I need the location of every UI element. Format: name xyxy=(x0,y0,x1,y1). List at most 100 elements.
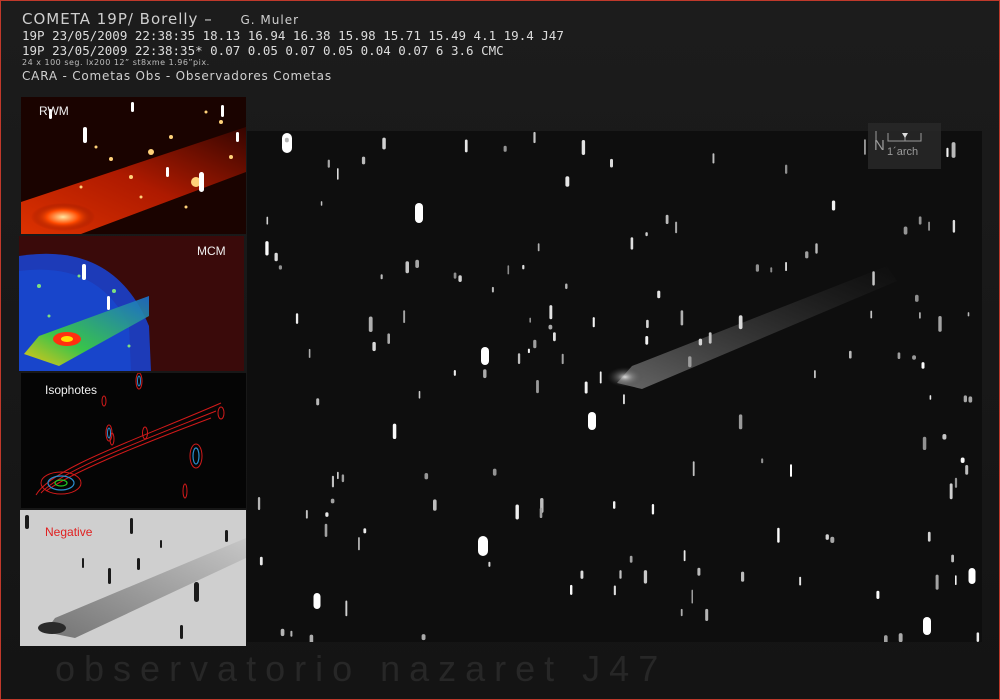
star-trail xyxy=(872,271,875,286)
star-trail xyxy=(643,570,648,584)
negative-panel: Negative xyxy=(20,510,246,646)
equipment-line: 24 x 100 seg. lx200 12” st8xme 1.96”pix. xyxy=(22,58,210,67)
star-trail xyxy=(898,633,903,642)
star-trail xyxy=(785,262,787,271)
star-trail xyxy=(529,317,531,323)
star-trail xyxy=(657,290,661,299)
star-trail xyxy=(424,473,429,480)
star-trail xyxy=(951,142,956,158)
star-trail xyxy=(897,352,901,359)
star-trail xyxy=(363,528,367,534)
star-trail xyxy=(651,504,655,515)
star-trail xyxy=(849,350,852,359)
star-trail xyxy=(884,635,888,642)
star-trail xyxy=(464,139,468,153)
star-trail xyxy=(341,474,345,483)
star-trail xyxy=(805,251,809,259)
star-trail xyxy=(831,200,836,211)
star-trail xyxy=(584,381,588,394)
star-trail xyxy=(387,333,390,344)
star-field xyxy=(247,131,982,642)
star-trail xyxy=(967,312,970,317)
star-trail xyxy=(522,264,525,270)
star-trail xyxy=(955,575,957,585)
star-trail xyxy=(358,537,360,551)
star-trail xyxy=(548,324,553,330)
observer-name: G. Muler xyxy=(240,13,300,27)
star-trail xyxy=(864,139,866,155)
star-trail xyxy=(698,338,703,346)
star-trail xyxy=(692,461,695,477)
scale-indicator: N 1´arch xyxy=(868,123,941,169)
star-trail xyxy=(266,216,269,225)
star-trail xyxy=(680,310,684,326)
star-trail xyxy=(368,316,373,332)
star-trail xyxy=(309,634,314,642)
star-trail xyxy=(503,145,507,152)
star-trail xyxy=(536,380,539,394)
star-trail xyxy=(549,305,553,320)
star-trail xyxy=(320,201,323,206)
star-trail xyxy=(492,468,497,476)
star-trail xyxy=(483,369,487,379)
star-trail xyxy=(683,550,686,562)
star-trail xyxy=(825,534,829,540)
star-trail xyxy=(610,158,613,168)
star-trail xyxy=(327,159,330,168)
star-trail xyxy=(928,221,930,231)
star-trail xyxy=(790,464,792,477)
star-trail xyxy=(433,499,437,511)
star-trail xyxy=(421,634,426,641)
star-trail xyxy=(708,332,712,344)
star-trail xyxy=(946,147,949,158)
star-trail xyxy=(697,567,701,576)
star-trail xyxy=(785,164,788,174)
star-trail xyxy=(912,355,916,360)
star-trail xyxy=(392,423,397,439)
star-trail xyxy=(515,504,519,520)
star-trail xyxy=(830,536,835,543)
comet-title: COMETA 19P/ Borelly – xyxy=(22,10,213,28)
error-line: 19P 23/05/2009 22:38:35* 0.07 0.05 0.07 … xyxy=(22,43,504,58)
organization-line: CARA - Cometas Obs - Observadores Cometa… xyxy=(22,69,332,83)
bright-star xyxy=(481,347,489,365)
star-trail xyxy=(623,394,625,405)
star-trail xyxy=(308,348,311,358)
isophotes-label: Isophotes xyxy=(45,383,98,397)
star-trail xyxy=(361,156,366,165)
star-trail xyxy=(630,237,634,250)
star-trail xyxy=(491,286,494,293)
star-trail xyxy=(372,341,376,352)
bright-star xyxy=(478,536,488,556)
star-trail xyxy=(592,317,595,328)
comet-coma xyxy=(607,367,643,387)
star-trail xyxy=(954,477,958,488)
star-trail xyxy=(903,226,908,235)
bright-star xyxy=(313,593,321,609)
star-trail xyxy=(316,398,320,406)
star-trail xyxy=(337,471,339,480)
star-trail xyxy=(814,370,816,379)
star-trail xyxy=(280,628,285,637)
star-trail xyxy=(755,264,759,272)
star-trail xyxy=(453,272,457,279)
star-trail xyxy=(705,608,709,621)
star-trail xyxy=(561,353,564,365)
star-trail xyxy=(517,353,521,364)
star-trail xyxy=(963,395,967,403)
star-trail xyxy=(712,153,715,164)
star-trail xyxy=(533,339,537,349)
star-trail xyxy=(942,434,947,440)
star-trail xyxy=(960,457,965,463)
star-trail xyxy=(278,265,282,270)
negative-label: Negative xyxy=(45,525,93,539)
star-trail xyxy=(453,370,456,376)
star-trail xyxy=(382,137,386,150)
star-trail xyxy=(405,261,409,274)
star-trail xyxy=(761,458,764,464)
bright-star xyxy=(923,617,931,635)
star-trail xyxy=(921,362,925,369)
star-trail xyxy=(922,436,927,450)
star-trail xyxy=(918,216,922,225)
star-trail xyxy=(815,243,818,254)
